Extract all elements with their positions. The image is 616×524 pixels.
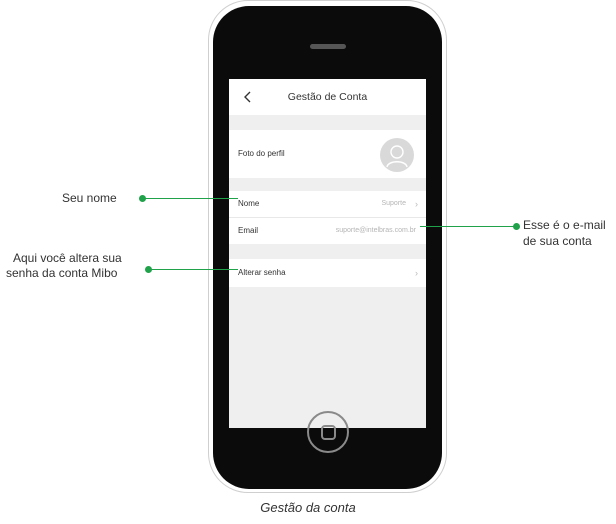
annotation-password-line1: Aqui você altera sua bbox=[13, 251, 122, 265]
user-icon bbox=[386, 145, 408, 168]
annotation-email-line2: de sua conta bbox=[523, 234, 592, 248]
annotation-line bbox=[149, 269, 238, 270]
annotation-password-line2: senha da conta Mibo bbox=[6, 266, 118, 280]
name-value: Suporte bbox=[381, 200, 406, 207]
email-row: Email suporte@intelbras.com.br bbox=[229, 218, 426, 244]
profile-photo-row[interactable]: Foto do perfil bbox=[229, 130, 426, 178]
annotation-email-line1: Esse é o e-mail bbox=[523, 218, 606, 232]
page-title: Gestão de Conta bbox=[287, 91, 368, 103]
name-row[interactable]: Nome Suporte › bbox=[229, 191, 426, 217]
chevron-right-icon: › bbox=[415, 268, 418, 278]
chevron-right-icon: › bbox=[415, 199, 418, 209]
speaker-grille bbox=[310, 44, 346, 49]
home-square-icon bbox=[321, 425, 336, 440]
change-password-row[interactable]: Alterar senha › bbox=[229, 259, 426, 287]
figure-caption: Gestão da conta bbox=[260, 500, 356, 515]
app-screen: Gestão de Conta Foto do perfil Nome Supo… bbox=[229, 79, 426, 428]
annotation-name: Seu nome bbox=[62, 191, 117, 205]
profile-photo-label: Foto do perfil bbox=[238, 149, 285, 158]
nav-bar: Gestão de Conta bbox=[229, 79, 426, 115]
annotation-dot bbox=[513, 223, 520, 230]
email-value: suporte@intelbras.com.br bbox=[335, 227, 416, 234]
name-label: Nome bbox=[238, 199, 260, 208]
avatar[interactable] bbox=[380, 138, 414, 172]
phone-device: Gestão de Conta Foto do perfil Nome Supo… bbox=[213, 6, 442, 489]
annotation-line bbox=[420, 226, 516, 227]
home-button[interactable] bbox=[307, 411, 349, 453]
annotation-line bbox=[143, 198, 238, 199]
change-password-label: Alterar senha bbox=[238, 268, 286, 277]
email-label: Email bbox=[238, 226, 259, 235]
